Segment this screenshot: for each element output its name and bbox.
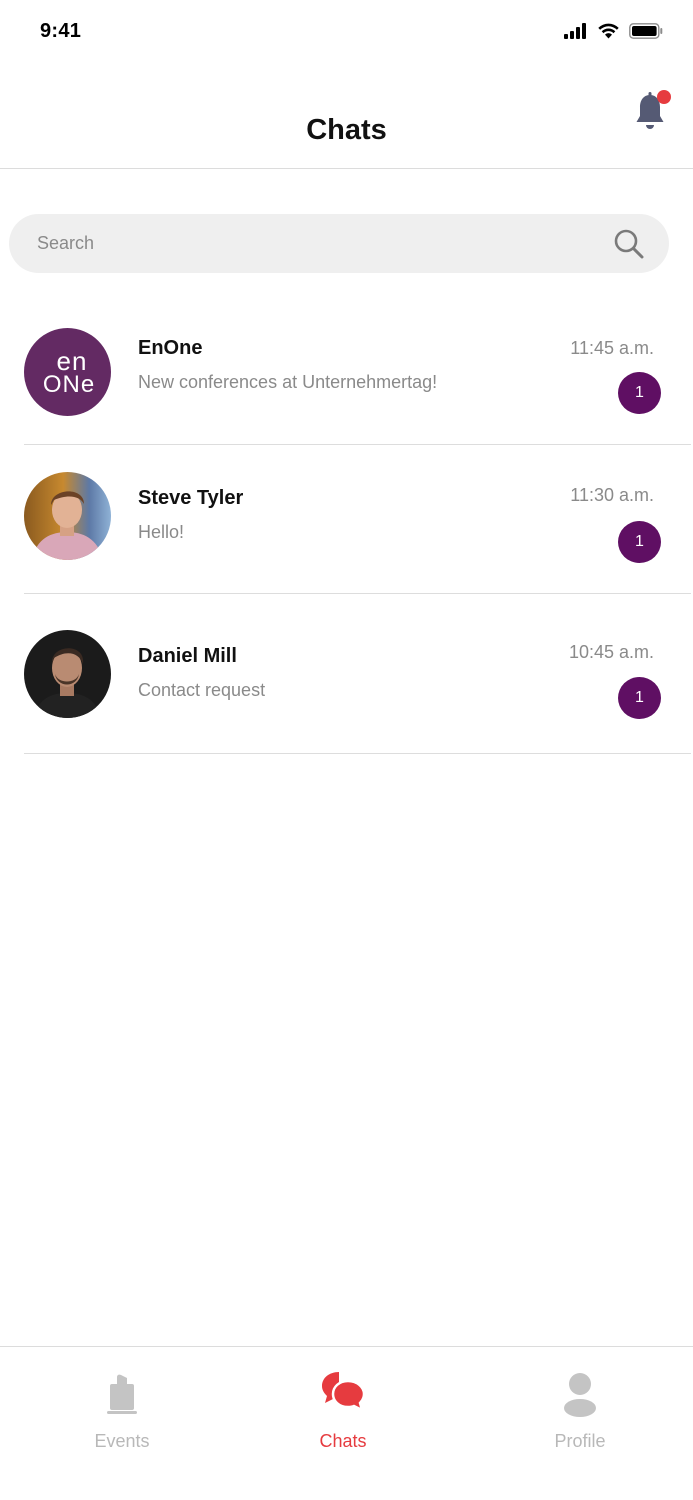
tab-label: Events — [94, 1431, 150, 1451]
profile-icon — [564, 1373, 596, 1417]
svg-text:ONe: ONe — [43, 371, 95, 398]
chat-preview: Hello! — [138, 522, 185, 542]
chat-row-steve-tyler[interactable]: Steve Tyler Hello! 11:30 a.m. 1 — [24, 445, 691, 594]
chat-list: en ONe EnOne New conferences at Unterneh… — [0, 296, 693, 754]
tab-bar: Events Chats Profile — [0, 1346, 693, 1500]
avatar-daniel-mill — [24, 630, 111, 718]
unread-badge: 1 — [618, 372, 661, 414]
battery-icon — [629, 22, 663, 39]
tab-events[interactable]: Events — [62, 1347, 182, 1467]
events-icon — [107, 1374, 137, 1414]
tab-profile[interactable]: Profile — [520, 1347, 640, 1467]
search-icon[interactable] — [613, 228, 645, 260]
chat-row-enone[interactable]: en ONe EnOne New conferences at Unterneh… — [24, 296, 691, 445]
wifi-icon — [598, 23, 619, 39]
header: Chats — [0, 64, 693, 169]
page-title: Chats — [306, 114, 387, 146]
search-bar[interactable] — [9, 214, 669, 273]
chat-time: 11:30 a.m. — [570, 485, 654, 505]
enone-logo: en ONe — [43, 346, 95, 398]
search-input[interactable] — [37, 214, 597, 273]
chat-name: Daniel Mill — [138, 645, 237, 667]
chat-row-daniel-mill[interactable]: Daniel Mill Contact request 10:45 a.m. 1 — [24, 594, 691, 754]
avatar-steve-tyler — [24, 472, 111, 560]
chats-icon — [322, 1372, 366, 1413]
chat-preview: New conferences at Unternehmertag! — [138, 372, 438, 392]
notifications-button[interactable] — [635, 90, 671, 134]
chat-time: 10:45 a.m. — [568, 642, 654, 662]
unread-badge: 1 — [618, 521, 661, 563]
chat-name: Steve Tyler — [138, 487, 244, 509]
chat-preview: Contact request — [138, 680, 266, 700]
status-bar: 9:41 — [0, 0, 693, 64]
chat-name: EnOne — [138, 337, 203, 359]
avatar-enone: en ONe — [24, 328, 111, 416]
status-time: 9:41 — [40, 20, 82, 42]
user-photo — [24, 630, 111, 718]
tab-chats[interactable]: Chats — [283, 1347, 403, 1467]
notification-dot — [657, 90, 671, 104]
chat-time: 11:45 a.m. — [570, 338, 654, 358]
tab-label: Profile — [554, 1431, 606, 1451]
user-photo — [24, 472, 111, 560]
status-icons — [564, 22, 663, 39]
unread-badge: 1 — [618, 677, 661, 719]
tab-label: Chats — [319, 1431, 367, 1451]
signal-icon — [564, 22, 586, 39]
